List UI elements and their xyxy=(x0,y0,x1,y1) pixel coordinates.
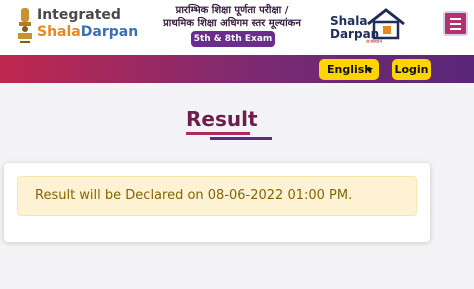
exam-title-line2: प्राथमिक शिक्षा अधिगम स्तर मूल्यांकन xyxy=(163,18,301,29)
brand-plain: Darpan xyxy=(80,24,139,40)
exam-badge: 5th & 8th Exam xyxy=(191,31,275,47)
exam-title-line1: प्रारम्भिक शिक्षा पूर्णता परीक्षा / xyxy=(175,5,289,16)
ashoka-emblem-icon xyxy=(18,8,32,43)
result-alert: Result will be Declared on 08-06-2022 01… xyxy=(17,176,417,216)
shala-logo-line1: Shala xyxy=(330,14,368,28)
exam-title: प्रारम्भिक शिक्षा पूर्णता परीक्षा / प्रा… xyxy=(150,4,314,30)
hamburger-menu-icon[interactable] xyxy=(443,11,468,36)
brand-line2: ShalaDarpan xyxy=(37,24,138,41)
integrated-shaladarpan-logo[interactable]: Integrated ShalaDarpan xyxy=(37,7,138,41)
language-dropdown[interactable]: English xyxy=(319,59,379,80)
title-underline-secondary xyxy=(210,137,272,140)
brand-accent: Shala xyxy=(37,24,81,40)
caret-down-icon xyxy=(365,68,373,72)
house-icon xyxy=(367,8,405,40)
shala-darpan-house-logo: Shala Darpan राजस्थान xyxy=(330,8,406,46)
brand-line1: Integrated xyxy=(37,7,121,23)
title-underline xyxy=(186,132,250,135)
login-button[interactable]: Login xyxy=(392,59,431,80)
top-header: Integrated ShalaDarpan प्रारम्भिक शिक्षा… xyxy=(0,0,474,55)
page-title: Result xyxy=(186,107,258,131)
shala-logo-subtitle: राजस्थान xyxy=(366,39,383,45)
